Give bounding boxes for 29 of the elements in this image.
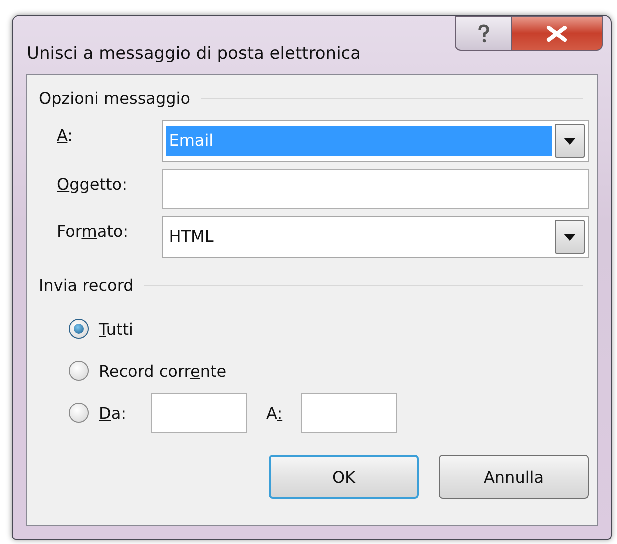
field-label: Formato: <box>57 221 130 241</box>
window-title: Unisci a messaggio di posta elettronica <box>27 44 362 64</box>
input-field[interactable] <box>300 393 397 433</box>
caret-icon <box>564 138 576 144</box>
section-heading: Invia record <box>39 276 134 295</box>
caret-icon <box>564 234 576 240</box>
dropdown-value: HTML <box>168 226 215 248</box>
ok-button[interactable]: OK <box>269 455 419 499</box>
dropdown-value: Email <box>166 126 552 156</box>
help-icon <box>476 24 490 44</box>
radio-label: Da: <box>99 404 127 422</box>
field-label: A: <box>266 404 283 422</box>
radio-button[interactable] <box>69 319 89 339</box>
field-label: Oggetto: <box>57 174 128 194</box>
radio-label: Record corrente <box>99 362 227 380</box>
radio-button[interactable] <box>69 403 89 423</box>
close-button[interactable] <box>511 16 603 51</box>
input-field[interactable] <box>150 393 247 433</box>
section-heading: Opzioni messaggio <box>39 89 191 108</box>
radio-label: Tutti <box>99 320 134 338</box>
help-button[interactable] <box>455 16 511 51</box>
dropdown-arrow-button[interactable] <box>555 124 585 158</box>
field-label: A: <box>57 125 74 145</box>
cancel-button[interactable]: Annulla <box>439 455 589 499</box>
close-icon <box>546 26 568 42</box>
radio-button[interactable] <box>69 361 89 381</box>
dropdown[interactable]: HTML <box>162 216 589 258</box>
input-field[interactable] <box>162 169 589 209</box>
dropdown-arrow-button[interactable] <box>555 220 585 254</box>
